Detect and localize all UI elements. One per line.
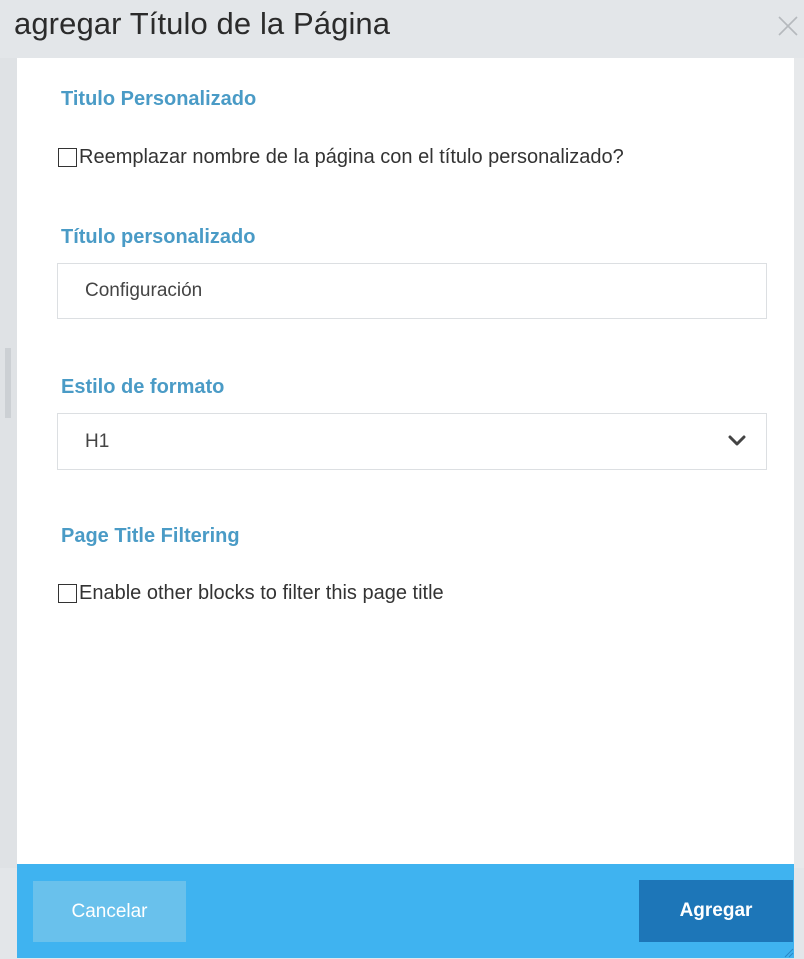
enable-filter-checkbox[interactable] [58, 584, 77, 603]
chevron-down-icon [728, 435, 746, 446]
enable-filter-checkbox-row[interactable]: Enable other blocks to filter this page … [58, 582, 444, 605]
replace-title-checkbox-row[interactable]: Reemplazar nombre de la página con el tí… [58, 146, 624, 169]
scrollbar-thumb[interactable] [5, 348, 11, 418]
dialog-title: agregar Título de la Página [14, 6, 391, 41]
format-style-label: Estilo de formato [61, 376, 225, 398]
right-edge [794, 58, 804, 868]
close-icon[interactable] [774, 12, 802, 40]
custom-title-field-label: Título personalizado [61, 226, 256, 248]
dialog-body: Titulo Personalizado Reemplazar nombre d… [17, 58, 794, 864]
enable-filter-checkbox-label: Enable other blocks to filter this page … [79, 582, 444, 604]
format-style-select[interactable]: H1 [57, 413, 767, 470]
replace-title-checkbox[interactable] [58, 148, 77, 167]
cancel-button[interactable]: Cancelar [33, 881, 186, 942]
custom-title-input[interactable] [57, 263, 767, 319]
dialog-titlebar[interactable]: agregar Título de la Página [0, 0, 804, 58]
add-button[interactable]: Agregar [639, 880, 793, 942]
custom-title-heading: Titulo Personalizado [61, 88, 257, 110]
resize-handle-icon[interactable] [782, 946, 794, 958]
left-scrollbar[interactable] [0, 58, 17, 868]
dialog-footer: Cancelar Agregar [17, 864, 794, 958]
add-page-title-dialog: agregar Título de la Página Titulo Perso… [0, 0, 804, 959]
page-title-filtering-heading: Page Title Filtering [61, 525, 240, 547]
replace-title-checkbox-label: Reemplazar nombre de la página con el tí… [79, 146, 624, 168]
format-style-selected-value: H1 [85, 431, 110, 452]
